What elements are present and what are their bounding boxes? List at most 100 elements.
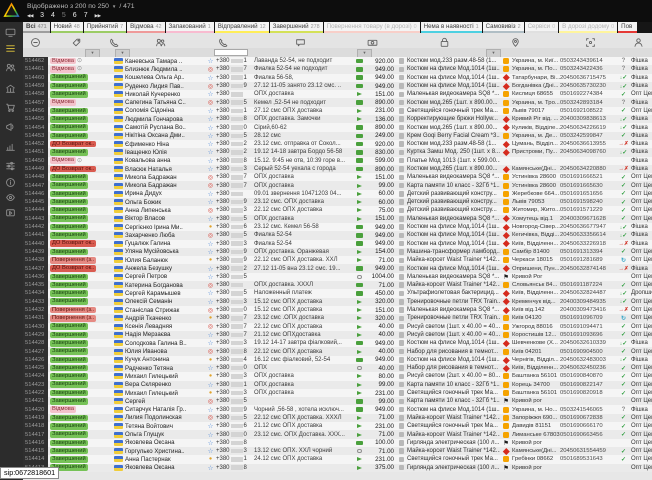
tab-Нема в наявності[interactable]: Нема в наявності1: [421, 22, 482, 33]
client-phone[interactable]: +3802: [216, 140, 254, 148]
order-status[interactable]: Завершений: [48, 231, 112, 239]
tracking-number[interactable]: [560, 273, 617, 281]
client-name[interactable]: Ирина Дидух: [125, 190, 205, 198]
app-logo-icon[interactable]: [3, 2, 20, 19]
tracking-number[interactable]: 20450633356614: [560, 231, 617, 239]
client-name[interactable]: Надія Мерзаєва: [125, 331, 205, 339]
tracking-number[interactable]: 20450632450236: [560, 364, 617, 372]
client-phone[interactable]: +3800: [216, 123, 254, 131]
client-name[interactable]: Сергієнко Ірина Ми..: [125, 223, 205, 231]
tab-Повернення товару (в дорозі)[interactable]: Повернення товару (в дорозі)0: [324, 22, 420, 33]
pagination-summary[interactable]: Відображено з 200 по 250 ▼ / 471: [27, 3, 135, 10]
order-status[interactable]: Завершений: [48, 430, 112, 438]
client-name[interactable]: Кошелева Ольга Ар..: [125, 74, 205, 82]
tracking-number[interactable]: 0501692274384: [560, 90, 617, 98]
bank-icon[interactable]: [5, 81, 18, 94]
client-name[interactable]: Сапегина Татьяна С..: [125, 98, 205, 106]
tracking-number[interactable]: 20450632874148: [560, 264, 617, 272]
client-name[interactable]: Тетяна Войтович: [125, 422, 205, 430]
client-name[interactable]: Михаил Гилецький: [125, 372, 205, 380]
client-phone[interactable]: +3805: [216, 132, 254, 140]
order-status[interactable]: ДО Возврат ок..: [48, 165, 112, 173]
client-phone[interactable]: +3803: [216, 206, 254, 214]
client-phone[interactable]: +380: [216, 281, 254, 289]
tracking-number[interactable]: 0503242893184: [560, 98, 617, 106]
order-status[interactable]: Завершений: [48, 90, 112, 98]
order-row[interactable]: 514458ЗавершенийНиколай Кучеренко☆+380ОП…: [23, 90, 652, 98]
order-row[interactable]: 514418ЗавершенийТетяна Войтович☆+380621.…: [23, 422, 652, 430]
client-name[interactable]: Вера Скляренко: [125, 381, 205, 389]
client-phone[interactable]: +3802: [216, 264, 254, 272]
order-status[interactable]: Завершений: [48, 190, 112, 198]
client-phone[interactable]: +3800: [216, 364, 254, 372]
client-name[interactable]: Олексій Семанін: [125, 298, 205, 306]
order-status[interactable]: Завершений: [48, 148, 112, 156]
client-name[interactable]: Анжела Безушку: [125, 264, 205, 272]
page-3[interactable]: 3: [40, 12, 44, 19]
client-name[interactable]: Анна Липенська: [125, 206, 205, 214]
client-name[interactable]: Катерина Богданова: [125, 281, 205, 289]
tracking-number[interactable]: 20450636677947: [560, 223, 617, 231]
client-name[interactable]: Гуцалюк Галина: [125, 240, 205, 248]
order-row[interactable]: 514423ЗавершенийВера Скляренко☆+3801ОПХ …: [23, 381, 652, 389]
client-name[interactable]: Юлия Иванова: [125, 347, 205, 355]
tracking-number[interactable]: 20450634220880: [560, 165, 617, 173]
order-row[interactable]: 514457ВідмоваСапегина Татьяна С..◎+3805К…: [23, 98, 652, 106]
page-4[interactable]: 4: [51, 12, 55, 19]
tracking-number[interactable]: 20450632483003: [560, 356, 617, 364]
order-row[interactable]: 514442ЗавершенийСергієнко Ірина Ми..●+38…: [23, 223, 652, 231]
client-phone[interactable]: +3803: [216, 372, 254, 380]
client-name[interactable]: Захарченко Люба: [125, 231, 205, 239]
order-row[interactable]: 514417ЗавершенийОльга Глущук☆+380023.12 …: [23, 430, 652, 438]
client-phone[interactable]: +3807: [216, 65, 254, 73]
manager-column-icon[interactable]: [633, 35, 644, 46]
order-row[interactable]: 514444ЗавершенийАнна Липенська◎+380322.1…: [23, 206, 652, 214]
order-row[interactable]: 514424ЗавершенийМихаил Гилецький●+3803ОП…: [23, 372, 652, 380]
order-row[interactable]: 514430ЗавершенийКсенія Левадняя◎+380722.…: [23, 323, 652, 331]
client-phone[interactable]: +3801: [216, 381, 254, 389]
tab-Всі[interactable]: Всі471: [23, 22, 50, 33]
order-status[interactable]: Завершений: [48, 331, 112, 339]
order-status[interactable]: Завершений: [48, 347, 112, 355]
order-row[interactable]: 514455ЗавершенийЛюдмила Гончарова☆+3808О…: [23, 115, 652, 123]
order-row[interactable]: 514427ЗавершенийЮлия Иванова◎+380822.12 …: [23, 347, 652, 355]
tab-Пов[interactable]: Пов: [618, 22, 637, 33]
client-name[interactable]: Нікітіна Оксана Дми..: [125, 132, 205, 140]
tracking-number[interactable]: 20450633226918: [560, 240, 617, 248]
client-name[interactable]: Сергей Петров: [125, 273, 205, 281]
order-status[interactable]: Завершений: [48, 215, 112, 223]
order-row[interactable]: 514413ЗавершенийЯковлева Оксана☆+3808375…: [23, 464, 652, 472]
order-status[interactable]: Повернення (з..: [48, 306, 112, 314]
order-row[interactable]: 514445ЗавершенийОльга Божик☆+380923.12 с…: [23, 198, 652, 206]
video-icon[interactable]: [5, 205, 18, 218]
tracking-number[interactable]: 0501689531643: [560, 455, 617, 463]
order-row[interactable]: 514426ЗавершенийКучук Антонина●+380416.1…: [23, 356, 652, 364]
client-name[interactable]: Віктор Власов: [125, 215, 205, 223]
tracking-number[interactable]: 0503243439614: [560, 57, 617, 65]
order-row[interactable]: 514437ДО Возврат ок..Анжела Безушку☆+380…: [23, 264, 652, 272]
client-name[interactable]: Каневська Тамара ..: [125, 57, 205, 65]
tracking-number[interactable]: 20400309473416: [560, 306, 617, 314]
tracking-number[interactable]: 20450634098760: [560, 148, 617, 156]
tab-Прийнятий[interactable]: Прийнятий7: [84, 22, 126, 33]
order-row[interactable]: 514419ЗавершенийЛилия Подолинская◎+38052…: [23, 414, 652, 422]
product-column-icon[interactable]: [439, 35, 450, 46]
tab-Завершений[interactable]: Завершений278: [270, 22, 323, 33]
order-row[interactable]: 514459ЗавершенийРуденко Лидия Пав..◎+380…: [23, 82, 652, 90]
order-row[interactable]: 514422ЗавершенийМихаил Гилецький●+3803ОП…: [23, 389, 652, 397]
order-status[interactable]: Завершений: [48, 389, 112, 397]
order-row[interactable]: 514443ЗавершенийВіктор Власов☆+3805ОПХ д…: [23, 215, 652, 223]
client-name[interactable]: Микола Бадражан: [125, 173, 205, 181]
monitor-icon[interactable]: [5, 25, 18, 38]
order-row[interactable]: 514460ЗавершенийКошелева Ольга Ар..☆+380…: [23, 74, 652, 82]
client-name[interactable]: Самотій Руслана Во..: [125, 123, 205, 131]
client-name[interactable]: Станіслав Стрижак: [125, 306, 205, 314]
tracking-number[interactable]: 20450632824487: [560, 289, 617, 297]
order-status[interactable]: ДО Возврат ок..: [48, 140, 112, 148]
tracking-number[interactable]: 0501691094471: [560, 323, 617, 331]
order-status[interactable]: Завершений: [48, 422, 112, 430]
order-row[interactable]: 514420ВідмоваСитарчук Наталія Гр..☆+3809…: [23, 405, 652, 413]
client-name[interactable]: Кучук Антонина: [125, 356, 205, 364]
client-name[interactable]: Яковлева Оксана: [125, 439, 205, 447]
order-status[interactable]: Завершений: [48, 273, 112, 281]
